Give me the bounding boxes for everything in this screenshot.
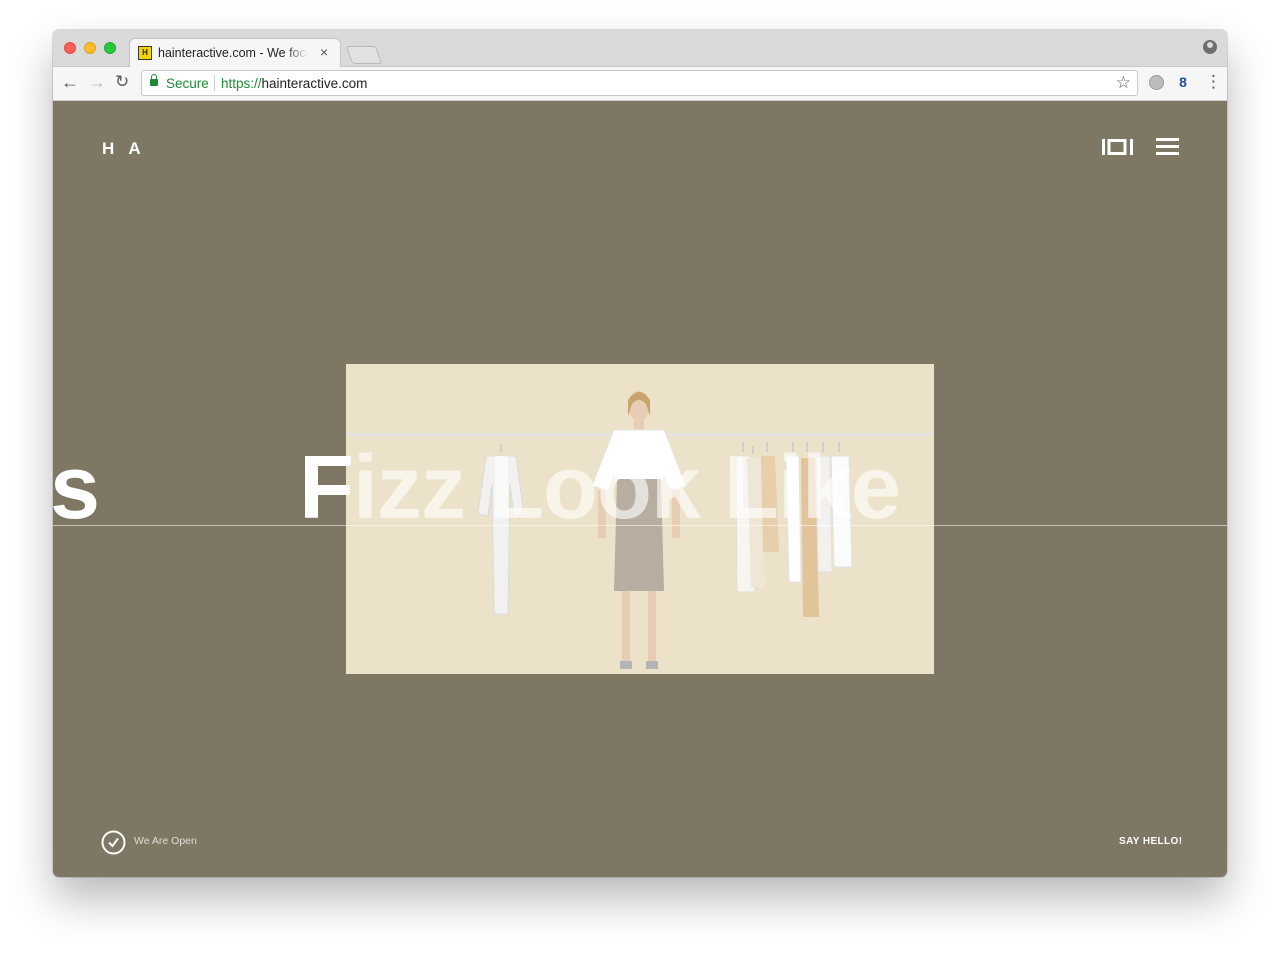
globe-extension-icon[interactable] xyxy=(1149,75,1164,90)
address-bar[interactable]: Secure https://hainteractive.com ☆ xyxy=(141,70,1138,96)
tab-bar: H hainteractive.com - We focus on × xyxy=(53,30,1227,67)
browser-window: H hainteractive.com - We focus on × ← → … xyxy=(53,30,1227,877)
url-scheme: https:// xyxy=(221,76,262,91)
url-text[interactable]: https://hainteractive.com xyxy=(221,76,367,91)
browser-menu-icon[interactable]: ⋮ xyxy=(1205,72,1222,92)
hero-headline-first-letter: F xyxy=(299,438,354,538)
lock-icon xyxy=(150,74,158,86)
open-status-text: We Are Open xyxy=(134,835,197,847)
minimize-window-button[interactable] xyxy=(84,42,96,54)
new-tab-button[interactable] xyxy=(345,46,383,64)
profile-icon[interactable] xyxy=(1203,40,1217,54)
clock-check-icon xyxy=(101,830,126,855)
hero-text-fragment: s xyxy=(53,438,100,538)
hero-headline: Fizz Look Like xyxy=(299,443,901,533)
forward-button[interactable]: → xyxy=(88,72,106,92)
secure-label: Secure xyxy=(166,76,209,91)
say-hello-link[interactable]: SAY HELLO! xyxy=(1119,836,1182,847)
bookmark-star-icon[interactable]: ☆ xyxy=(1116,73,1131,93)
tab-close-icon[interactable]: × xyxy=(320,44,328,60)
reload-button[interactable]: ↻ xyxy=(115,72,129,92)
browser-toolbar: ← → ↻ Secure https://hainteractive.com ☆… xyxy=(53,67,1227,101)
gallery-view-icon[interactable] xyxy=(1102,139,1133,155)
close-window-button[interactable] xyxy=(64,42,76,54)
site-logo[interactable]: H A xyxy=(102,139,146,159)
favicon-icon: H xyxy=(138,46,152,60)
url-host: hainteractive.com xyxy=(261,76,368,91)
page-viewport: H A s Fizz Look Like We Are Open SAY HEL… xyxy=(53,101,1227,877)
back-button[interactable]: ← xyxy=(61,72,79,92)
hero-headline-rest: izz Look Like xyxy=(352,438,901,538)
tab-title: hainteractive.com - We focus on xyxy=(158,46,308,60)
fullscreen-window-button[interactable] xyxy=(104,42,116,54)
address-divider xyxy=(214,75,215,91)
extension-icon[interactable]: 8 xyxy=(1176,74,1190,90)
hamburger-menu-icon[interactable] xyxy=(1156,138,1179,155)
browser-tab[interactable]: H hainteractive.com - We focus on × xyxy=(129,38,341,67)
